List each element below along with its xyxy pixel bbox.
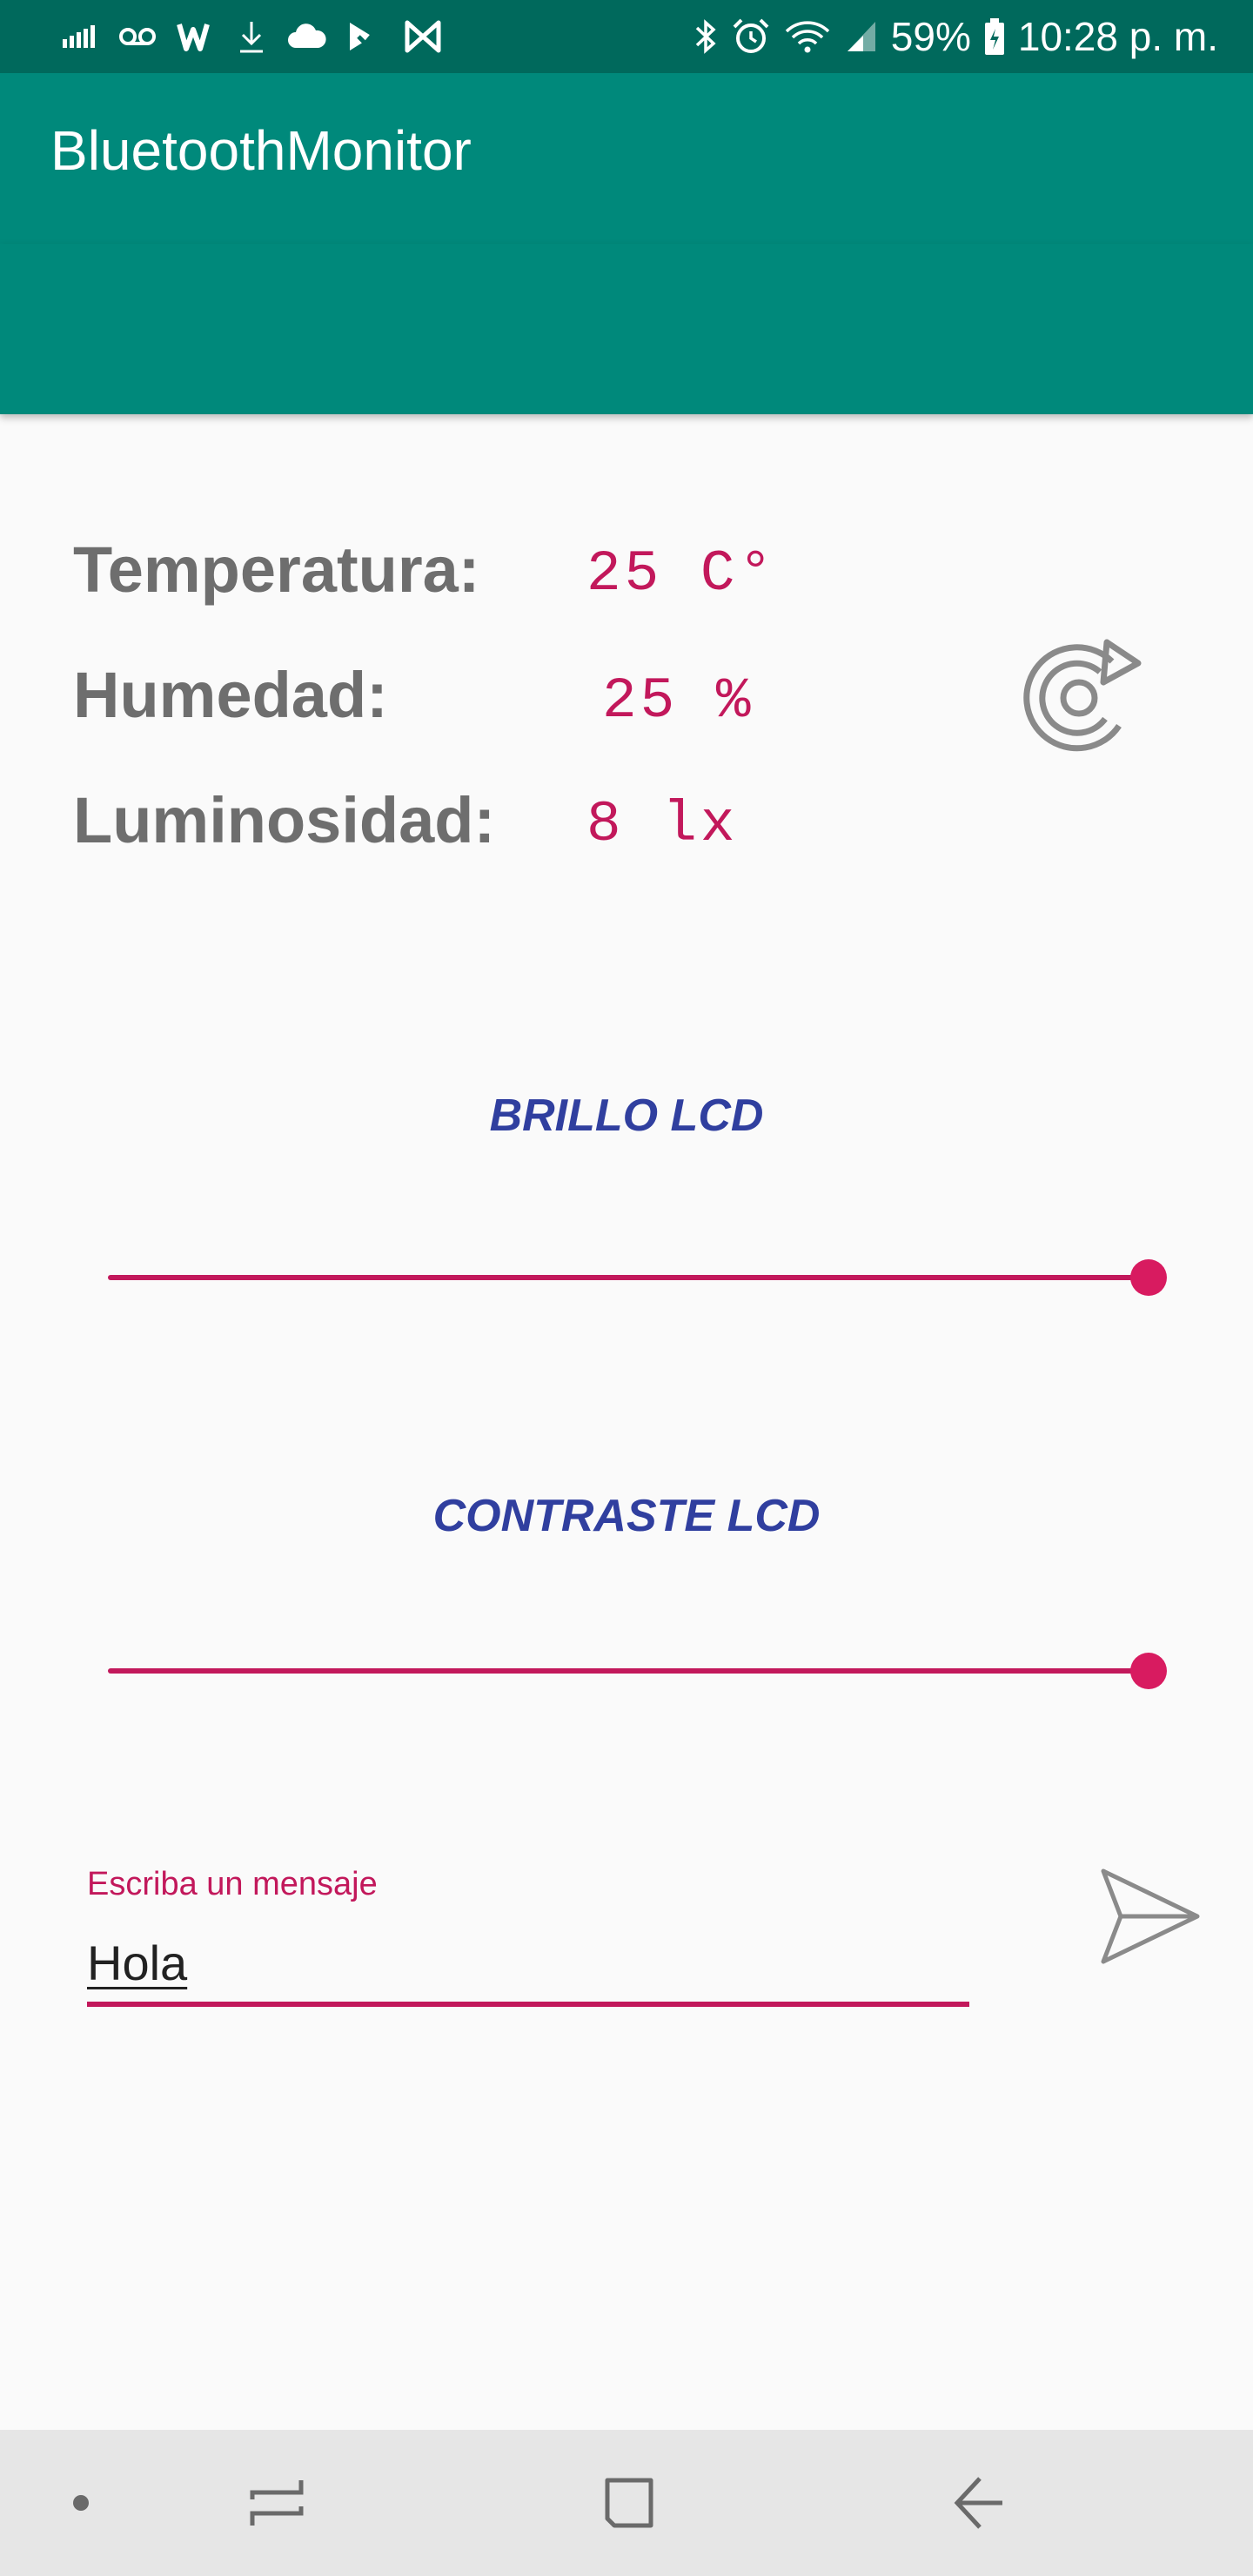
cell-signal-icon bbox=[847, 22, 875, 51]
luminosity-value: 8 lx bbox=[586, 792, 739, 857]
navigation-bar bbox=[0, 2430, 1253, 2576]
app-bar-extension bbox=[0, 244, 1253, 414]
brightness-slider[interactable] bbox=[108, 1251, 1167, 1304]
bluetooth-icon bbox=[695, 19, 716, 54]
brightness-title: BRILLO LCD bbox=[489, 1090, 764, 1141]
luminosity-label: Luminosidad: bbox=[73, 784, 496, 856]
refresh-icon bbox=[1023, 639, 1142, 752]
home-icon bbox=[605, 2478, 653, 2528]
contrast-slider[interactable] bbox=[108, 1645, 1167, 1697]
app-title: BluetoothMonitor bbox=[50, 119, 472, 182]
message-input-label: Escriba un mensaje bbox=[87, 1866, 378, 1902]
nav-dot-button[interactable] bbox=[68, 2485, 94, 2520]
clock: 10:28 p. m. bbox=[1017, 14, 1218, 59]
battery-icon bbox=[984, 18, 1004, 55]
back-button[interactable] bbox=[948, 2466, 1009, 2539]
recents-icon bbox=[250, 2480, 304, 2526]
status-icons-left bbox=[61, 12, 442, 61]
recents-button[interactable] bbox=[247, 2466, 308, 2539]
back-icon bbox=[954, 2477, 1002, 2529]
contrast-title: CONTRASTE LCD bbox=[432, 1491, 821, 1541]
alarm-icon bbox=[733, 18, 769, 53]
temperature-value: 25 C° bbox=[586, 541, 777, 607]
app-check-icon bbox=[350, 23, 383, 50]
voicemail-icon bbox=[119, 28, 156, 45]
cloud-icon bbox=[288, 23, 326, 48]
wifi-icon bbox=[785, 21, 830, 53]
status-icons-right: 59% 10:28 p. m. bbox=[693, 9, 1218, 64]
humidity-label: Humedad: bbox=[73, 659, 388, 731]
send-icon bbox=[1101, 1868, 1200, 1964]
humidity-value: 25 % bbox=[602, 668, 754, 734]
signal-bars-icon bbox=[63, 25, 95, 48]
home-button[interactable] bbox=[599, 2466, 660, 2539]
nav-dot-icon bbox=[73, 2495, 89, 2511]
download-icon bbox=[240, 22, 263, 53]
slider-thumb[interactable] bbox=[1130, 1259, 1167, 1296]
slider-thumb[interactable] bbox=[1130, 1653, 1167, 1689]
status-bar: 59% 10:28 p. m. bbox=[0, 0, 1253, 73]
battery-percentage: 59% bbox=[890, 14, 971, 59]
w-app-icon bbox=[177, 23, 210, 51]
message-input[interactable] bbox=[87, 1923, 969, 2007]
send-button[interactable] bbox=[1096, 1862, 1204, 1970]
refresh-button[interactable] bbox=[1009, 628, 1149, 768]
temperature-label: Temperatura: bbox=[73, 533, 480, 606]
slider-track-active bbox=[108, 1668, 1149, 1674]
app-bowtie-icon bbox=[405, 20, 441, 53]
slider-track-active bbox=[108, 1275, 1149, 1280]
